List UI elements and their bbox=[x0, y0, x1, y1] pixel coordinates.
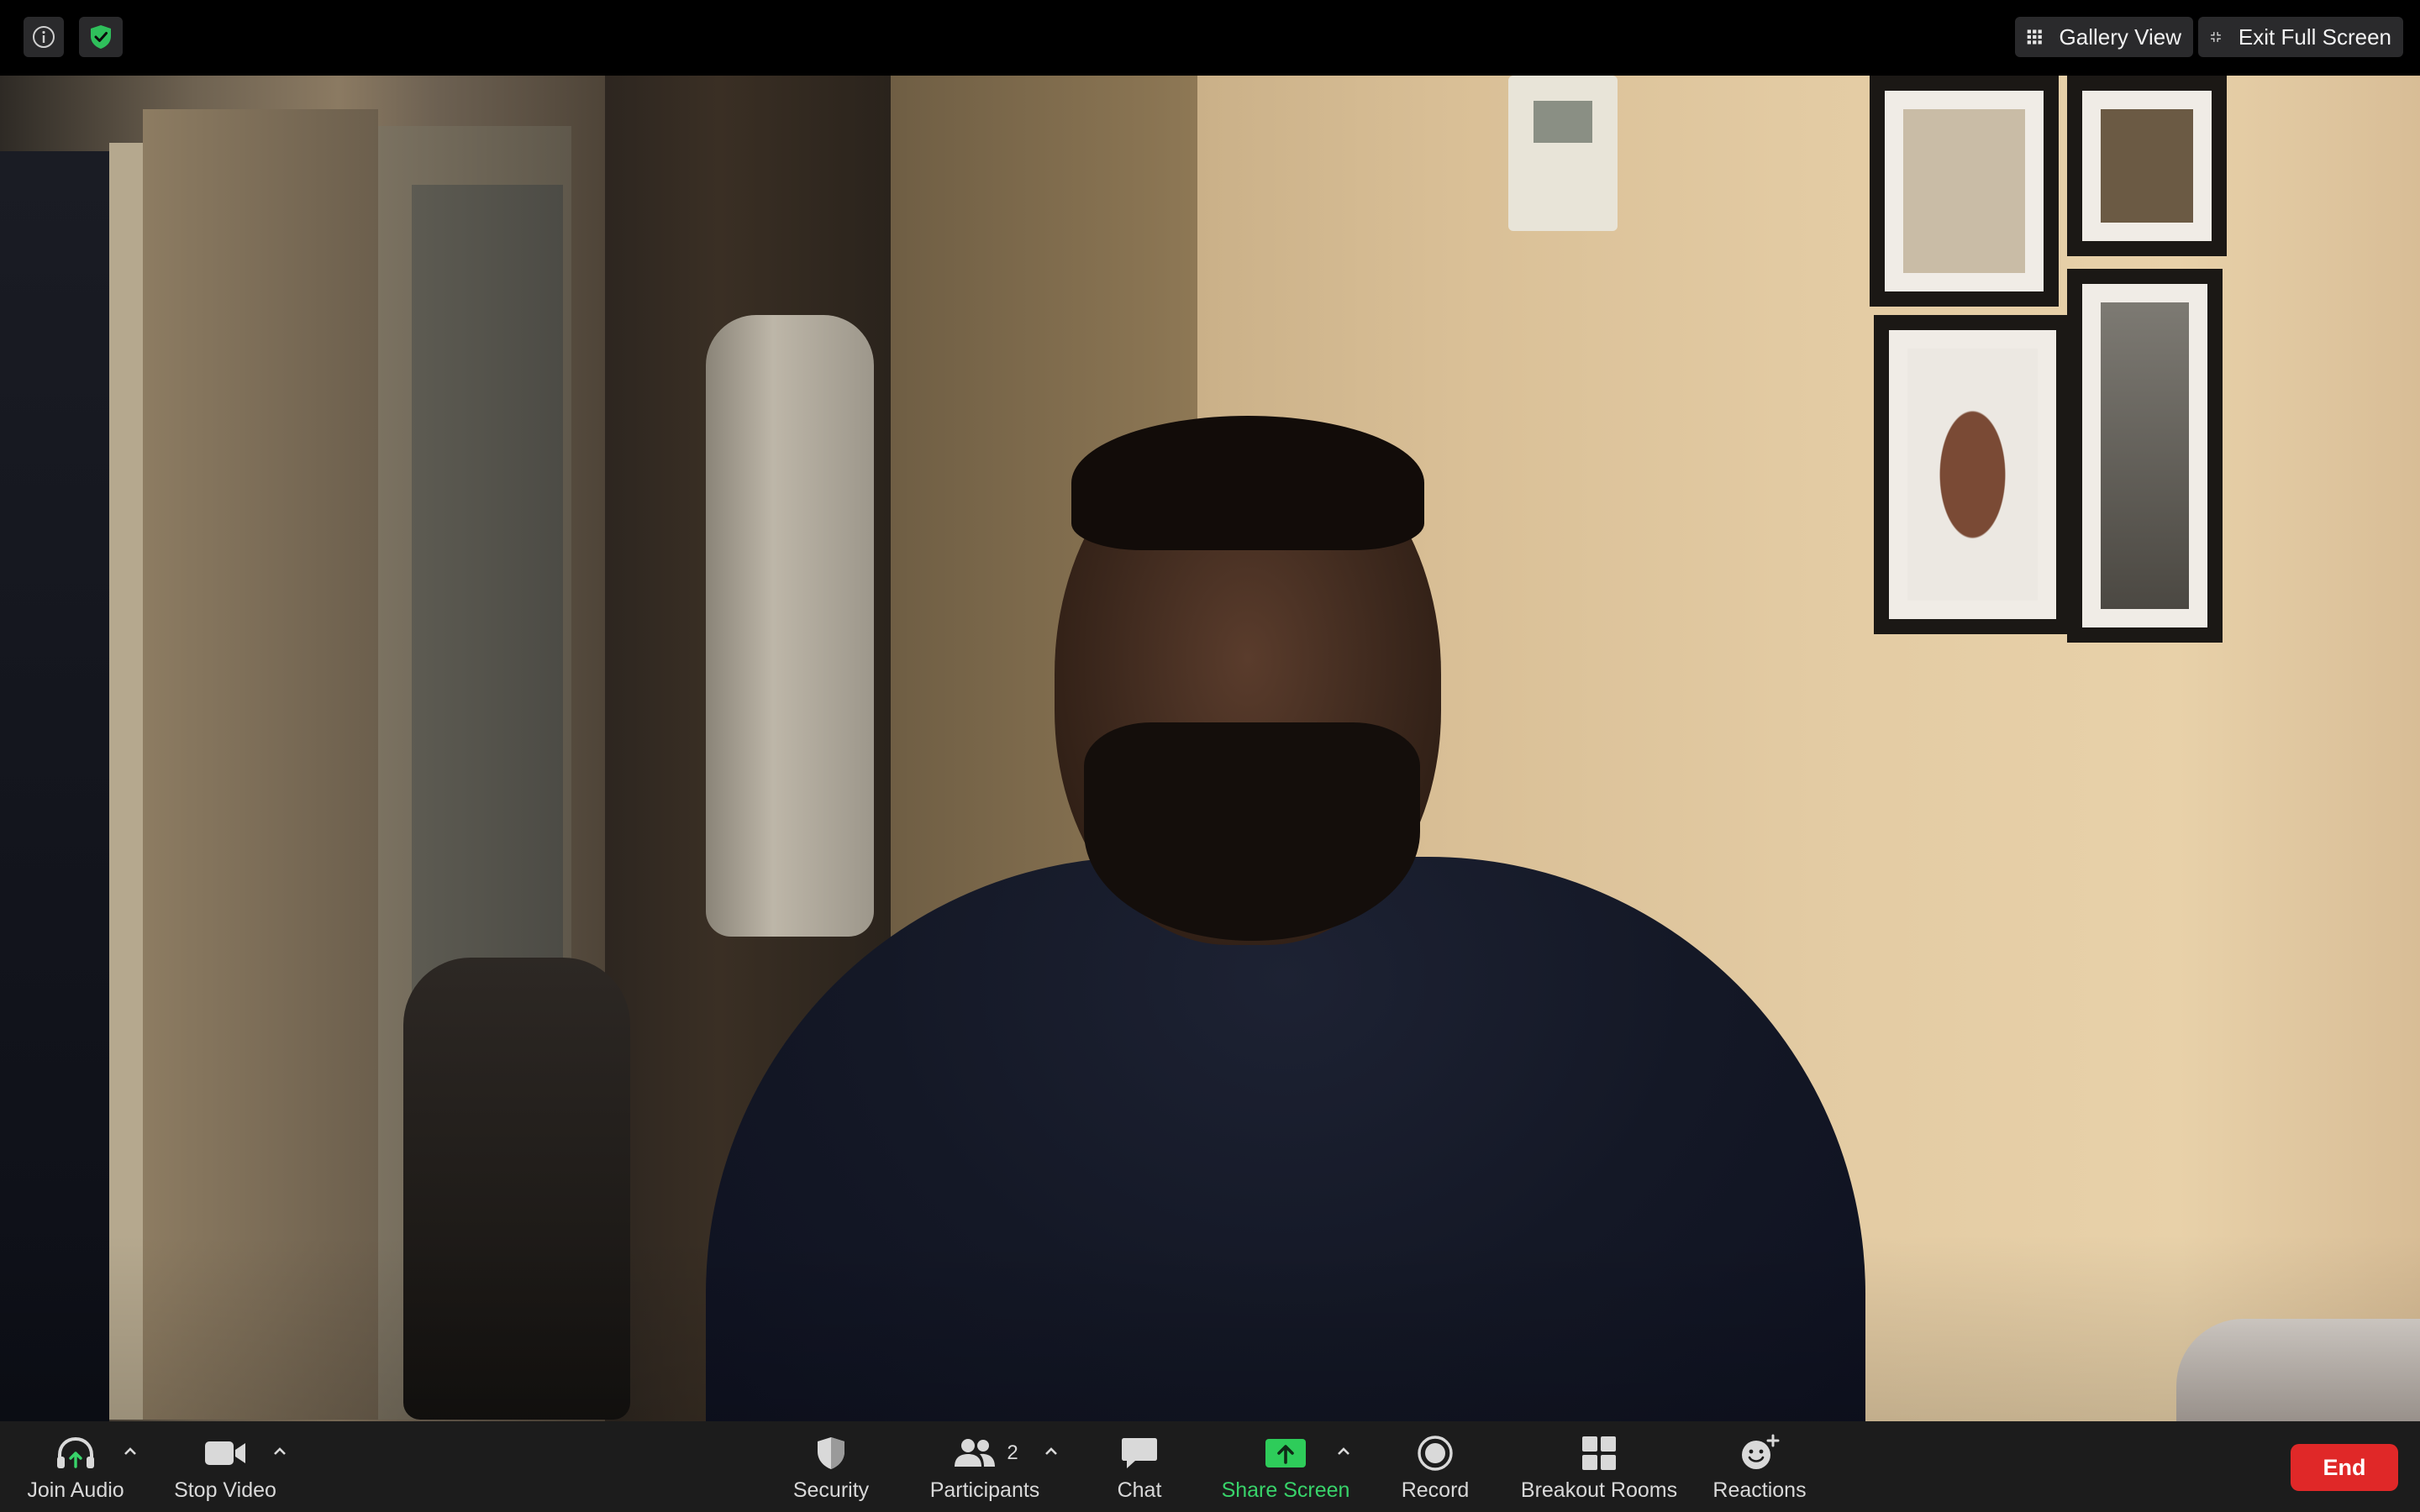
meeting-info-button[interactable] bbox=[24, 17, 64, 57]
end-meeting-button[interactable]: End bbox=[2291, 1444, 2398, 1491]
zoom-meeting-window: Gallery View Exit Full Screen Join Audio… bbox=[0, 0, 2420, 1512]
chevron-up-icon bbox=[1338, 1447, 1349, 1455]
security-label: Security bbox=[792, 1478, 870, 1502]
gallery-view-label: Gallery View bbox=[2059, 24, 2181, 50]
gallery-view-button[interactable]: Gallery View bbox=[2015, 17, 2193, 57]
participant-hair bbox=[1071, 416, 1424, 550]
chevron-up-icon bbox=[1045, 1447, 1057, 1455]
wall-picture-frame bbox=[1874, 315, 2071, 634]
join-audio-button[interactable]: Join Audio bbox=[20, 1433, 131, 1507]
exit-full-screen-label: Exit Full Screen bbox=[2238, 24, 2391, 50]
join-audio-label: Join Audio bbox=[27, 1478, 124, 1502]
video-background-door bbox=[0, 151, 109, 1421]
stop-video-label: Stop Video bbox=[174, 1478, 276, 1502]
participants-options-caret[interactable] bbox=[1042, 1441, 1060, 1460]
shield-check-icon bbox=[91, 25, 111, 49]
video-background-towel bbox=[706, 315, 874, 937]
stop-video-button[interactable]: Stop Video bbox=[168, 1433, 282, 1507]
share-screen-button[interactable]: Share Screen bbox=[1218, 1433, 1353, 1507]
video-background-door-frame bbox=[109, 143, 143, 1420]
share-screen-label: Share Screen bbox=[1221, 1478, 1350, 1502]
wall-picture-frame bbox=[1870, 76, 2059, 307]
participants-label: Participants bbox=[929, 1478, 1040, 1502]
chat-label: Chat bbox=[1117, 1478, 1162, 1502]
breakout-rooms-label: Breakout Rooms bbox=[1520, 1478, 1678, 1502]
shield-icon bbox=[818, 1437, 844, 1469]
chat-bubble-icon bbox=[1122, 1438, 1157, 1468]
exit-full-screen-button[interactable]: Exit Full Screen bbox=[2198, 17, 2403, 57]
chevron-up-icon bbox=[124, 1447, 136, 1455]
security-button[interactable]: Security bbox=[781, 1433, 881, 1507]
record-button[interactable]: Record bbox=[1395, 1433, 1476, 1507]
reactions-label: Reactions bbox=[1712, 1478, 1807, 1502]
participants-button[interactable]: 2 Participants bbox=[924, 1433, 1045, 1507]
record-label: Record bbox=[1401, 1478, 1470, 1502]
info-icon bbox=[33, 26, 55, 48]
thermostat-screen bbox=[1534, 101, 1592, 143]
smiley-plus-icon bbox=[1742, 1434, 1780, 1469]
video-background-hallway bbox=[143, 109, 378, 1420]
wall-picture-frame bbox=[2067, 269, 2223, 643]
video-shadow bbox=[0, 1235, 2420, 1421]
video-background-thermostat bbox=[1508, 76, 1618, 231]
video-options-caret[interactable] bbox=[271, 1441, 289, 1460]
participant-beard bbox=[1084, 722, 1420, 941]
encryption-status-button[interactable] bbox=[79, 17, 123, 57]
participants-count: 2 bbox=[1007, 1441, 1018, 1464]
participant-video bbox=[0, 76, 2420, 1421]
top-bar: Gallery View Exit Full Screen bbox=[0, 0, 2420, 76]
reactions-button[interactable]: Reactions bbox=[1709, 1433, 1810, 1507]
breakout-rooms-icon bbox=[1582, 1436, 1616, 1470]
participants-icon bbox=[955, 1439, 996, 1467]
wall-picture-frame bbox=[2067, 76, 2227, 256]
share-screen-icon bbox=[1265, 1439, 1306, 1467]
exit-full-screen-icon bbox=[2211, 32, 2221, 42]
record-icon bbox=[1418, 1436, 1453, 1471]
chat-button[interactable]: Chat bbox=[1104, 1433, 1175, 1507]
meeting-toolbar: Join Audio Stop Video Security 2 Partici… bbox=[0, 1421, 2420, 1512]
share-options-caret[interactable] bbox=[1334, 1441, 1353, 1460]
breakout-rooms-button[interactable]: Breakout Rooms bbox=[1518, 1433, 1681, 1507]
grid-icon bbox=[2027, 29, 2042, 45]
audio-options-caret[interactable] bbox=[121, 1441, 139, 1460]
chevron-up-icon bbox=[274, 1447, 286, 1455]
headphones-icon bbox=[57, 1436, 94, 1468]
video-camera-icon bbox=[205, 1441, 245, 1465]
